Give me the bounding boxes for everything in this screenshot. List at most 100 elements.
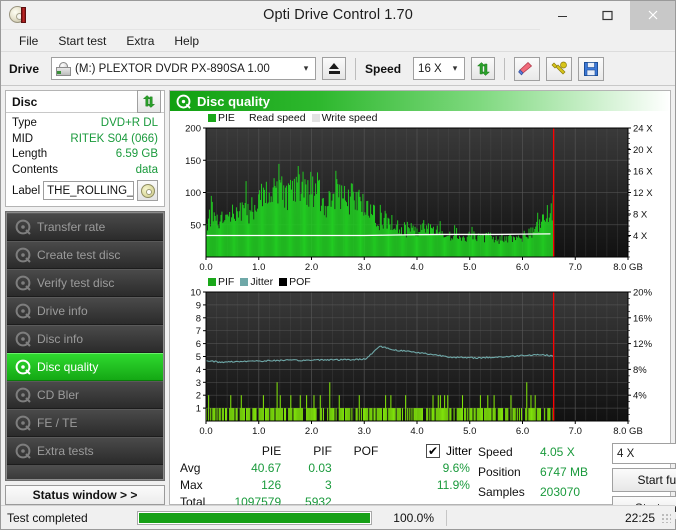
readout-speed-value: 4.05 X (540, 445, 575, 459)
title-bar: Opti Drive Control 1.70 (1, 0, 675, 30)
eraser-icon (518, 61, 533, 75)
svg-text:4.0: 4.0 (410, 262, 423, 273)
start-full-button[interactable]: Start full (612, 468, 676, 492)
readout-samples-row: Samples 203070 (478, 482, 612, 502)
svg-text:6: 6 (196, 339, 201, 350)
speed-select-value: 16 X (418, 62, 442, 75)
stats-cell-pie: 126 (261, 477, 282, 492)
test-speed-value: 4 X (617, 447, 635, 460)
progress-percent: 100.0% (393, 510, 434, 525)
svg-text:12%: 12% (633, 339, 653, 350)
svg-text:7: 7 (196, 326, 201, 337)
stats-header-pie: PIE (261, 443, 282, 458)
sidebar-item-disc-quality[interactable]: Disc quality (7, 353, 163, 381)
svg-text:8 X: 8 X (633, 210, 648, 221)
disc-row-value: RITEK S04 (066) (70, 132, 158, 145)
elapsed-time: 22:25 (624, 510, 655, 525)
sidebar-item-create-test-disc[interactable]: Create test disc (7, 241, 163, 269)
svg-text:200: 200 (185, 124, 201, 135)
readout-position-row: Position 6747 MB (478, 462, 612, 482)
sidebar-item-label: CD Bler (37, 388, 80, 402)
sidebar-item-fe-te[interactable]: FE / TE (7, 409, 163, 437)
stats-header-row: PIE PIF POF ✔ Jitter (172, 442, 472, 459)
sidebar-item-label: Disc quality (37, 360, 99, 374)
pie-chart-block: PIE Read speed Write speed 50 100 150 200 4 … (172, 111, 668, 274)
svg-text:12 X: 12 X (633, 188, 653, 199)
eject-button[interactable] (322, 57, 347, 80)
menu-item-file[interactable]: File (9, 32, 48, 50)
chevron-down-icon: ▾ (452, 63, 458, 73)
svg-text:10: 10 (190, 288, 201, 299)
jitter-checkbox[interactable]: ✔ (425, 443, 440, 458)
disc-label-input[interactable]: THE_ROLLING_ (43, 181, 134, 200)
disc-icon (15, 247, 31, 263)
drive-select[interactable]: (M:) PLEXTOR DVDR PX-890SA 1.00 ▾ (51, 57, 317, 80)
content-panel: Disc quality PIE Read speed Write speed (169, 90, 676, 520)
stats-row-name: Avg (180, 460, 201, 475)
sidebar-item-label: Create test disc (37, 248, 121, 262)
disc-icon (15, 303, 31, 319)
maximize-icon[interactable] (585, 0, 630, 30)
svg-text:3: 3 (196, 378, 201, 389)
menu-item-help[interactable]: Help (164, 32, 209, 50)
resize-grip-icon[interactable] (661, 512, 671, 523)
speed-label: Speed (365, 61, 402, 76)
sidebar-item-verify-test-disc[interactable]: Verify test disc (7, 269, 163, 297)
legend-item-pie: PIE (208, 112, 235, 124)
svg-text:2.0: 2.0 (305, 426, 318, 437)
legend-swatch-pif (208, 277, 216, 286)
readout-samples-key: Samples (478, 485, 525, 499)
svg-text:4: 4 (196, 365, 201, 376)
svg-text:2.0: 2.0 (305, 262, 318, 273)
save-button[interactable] (578, 56, 605, 81)
readout-samples-value: 203070 (540, 485, 581, 499)
sidebar-item-label: Transfer rate (37, 220, 106, 234)
svg-text:5: 5 (196, 352, 201, 363)
tools-button[interactable] (546, 56, 573, 81)
speed-select[interactable]: 16 X ▾ (413, 57, 466, 80)
sidebar-item-extra-tests[interactable]: Extra tests (7, 437, 163, 465)
status-bar: Test completed 100.0% 22:25 (1, 505, 675, 529)
erase-button[interactable] (514, 56, 541, 81)
legend-item-pof: POF (279, 276, 311, 288)
table-row: Max 126 3 11.9% (172, 476, 472, 493)
svg-text:4 X: 4 X (633, 231, 648, 242)
svg-text:1.0: 1.0 (252, 426, 265, 437)
stats-cell-pif: 0.03 (308, 460, 332, 475)
minimize-icon[interactable] (540, 0, 585, 30)
drive-icon (56, 61, 72, 76)
disc-icon (15, 331, 31, 347)
disc-info-panel: Disc Type DVD+R DL MID RITEK S04 (066) L… (5, 90, 165, 207)
sidebar-item-drive-info[interactable]: Drive info (7, 297, 163, 325)
refresh-button[interactable] (471, 57, 496, 80)
legend-label-pif: PIF (218, 275, 235, 288)
svg-text:4.0: 4.0 (410, 426, 423, 437)
stats-cell-jitter: 11.9% (436, 477, 470, 492)
disc-refresh-button[interactable] (137, 90, 161, 113)
stats-cell-jitter: 9.6% (442, 460, 470, 475)
save-floppy-icon (584, 61, 599, 76)
sidebar-item-transfer-rate[interactable]: Transfer rate (7, 213, 163, 241)
sidebar-item-cd-bler[interactable]: CD Bler (7, 381, 163, 409)
menu-item-extra[interactable]: Extra (116, 32, 164, 50)
readout-position-key: Position (478, 465, 521, 479)
test-speed-select[interactable]: 4 X ▾ (612, 443, 676, 464)
disc-icon (15, 415, 31, 431)
disc-label-cd-button[interactable] (137, 180, 158, 201)
disc-row-key: Type (12, 117, 37, 129)
close-icon[interactable] (630, 0, 675, 30)
sidebar-item-disc-info[interactable]: Disc info (7, 325, 163, 353)
table-row: Avg 40.67 0.03 9.6% (172, 459, 472, 476)
sidebar-nav-filler (7, 465, 163, 479)
svg-text:150: 150 (185, 156, 201, 167)
stats-header-pof: POF (353, 443, 379, 458)
legend-swatch-pof (279, 277, 288, 286)
menu-item-start-test[interactable]: Start test (48, 32, 116, 50)
svg-text:100: 100 (185, 188, 201, 199)
disc-icon (15, 219, 31, 235)
svg-text:2: 2 (196, 391, 201, 402)
disc-panel-header: Disc (6, 90, 164, 113)
svg-text:1.0: 1.0 (252, 262, 265, 273)
legend-label-jitter: Jitter (250, 275, 274, 288)
status-window-button[interactable]: Status window > > (5, 485, 165, 505)
